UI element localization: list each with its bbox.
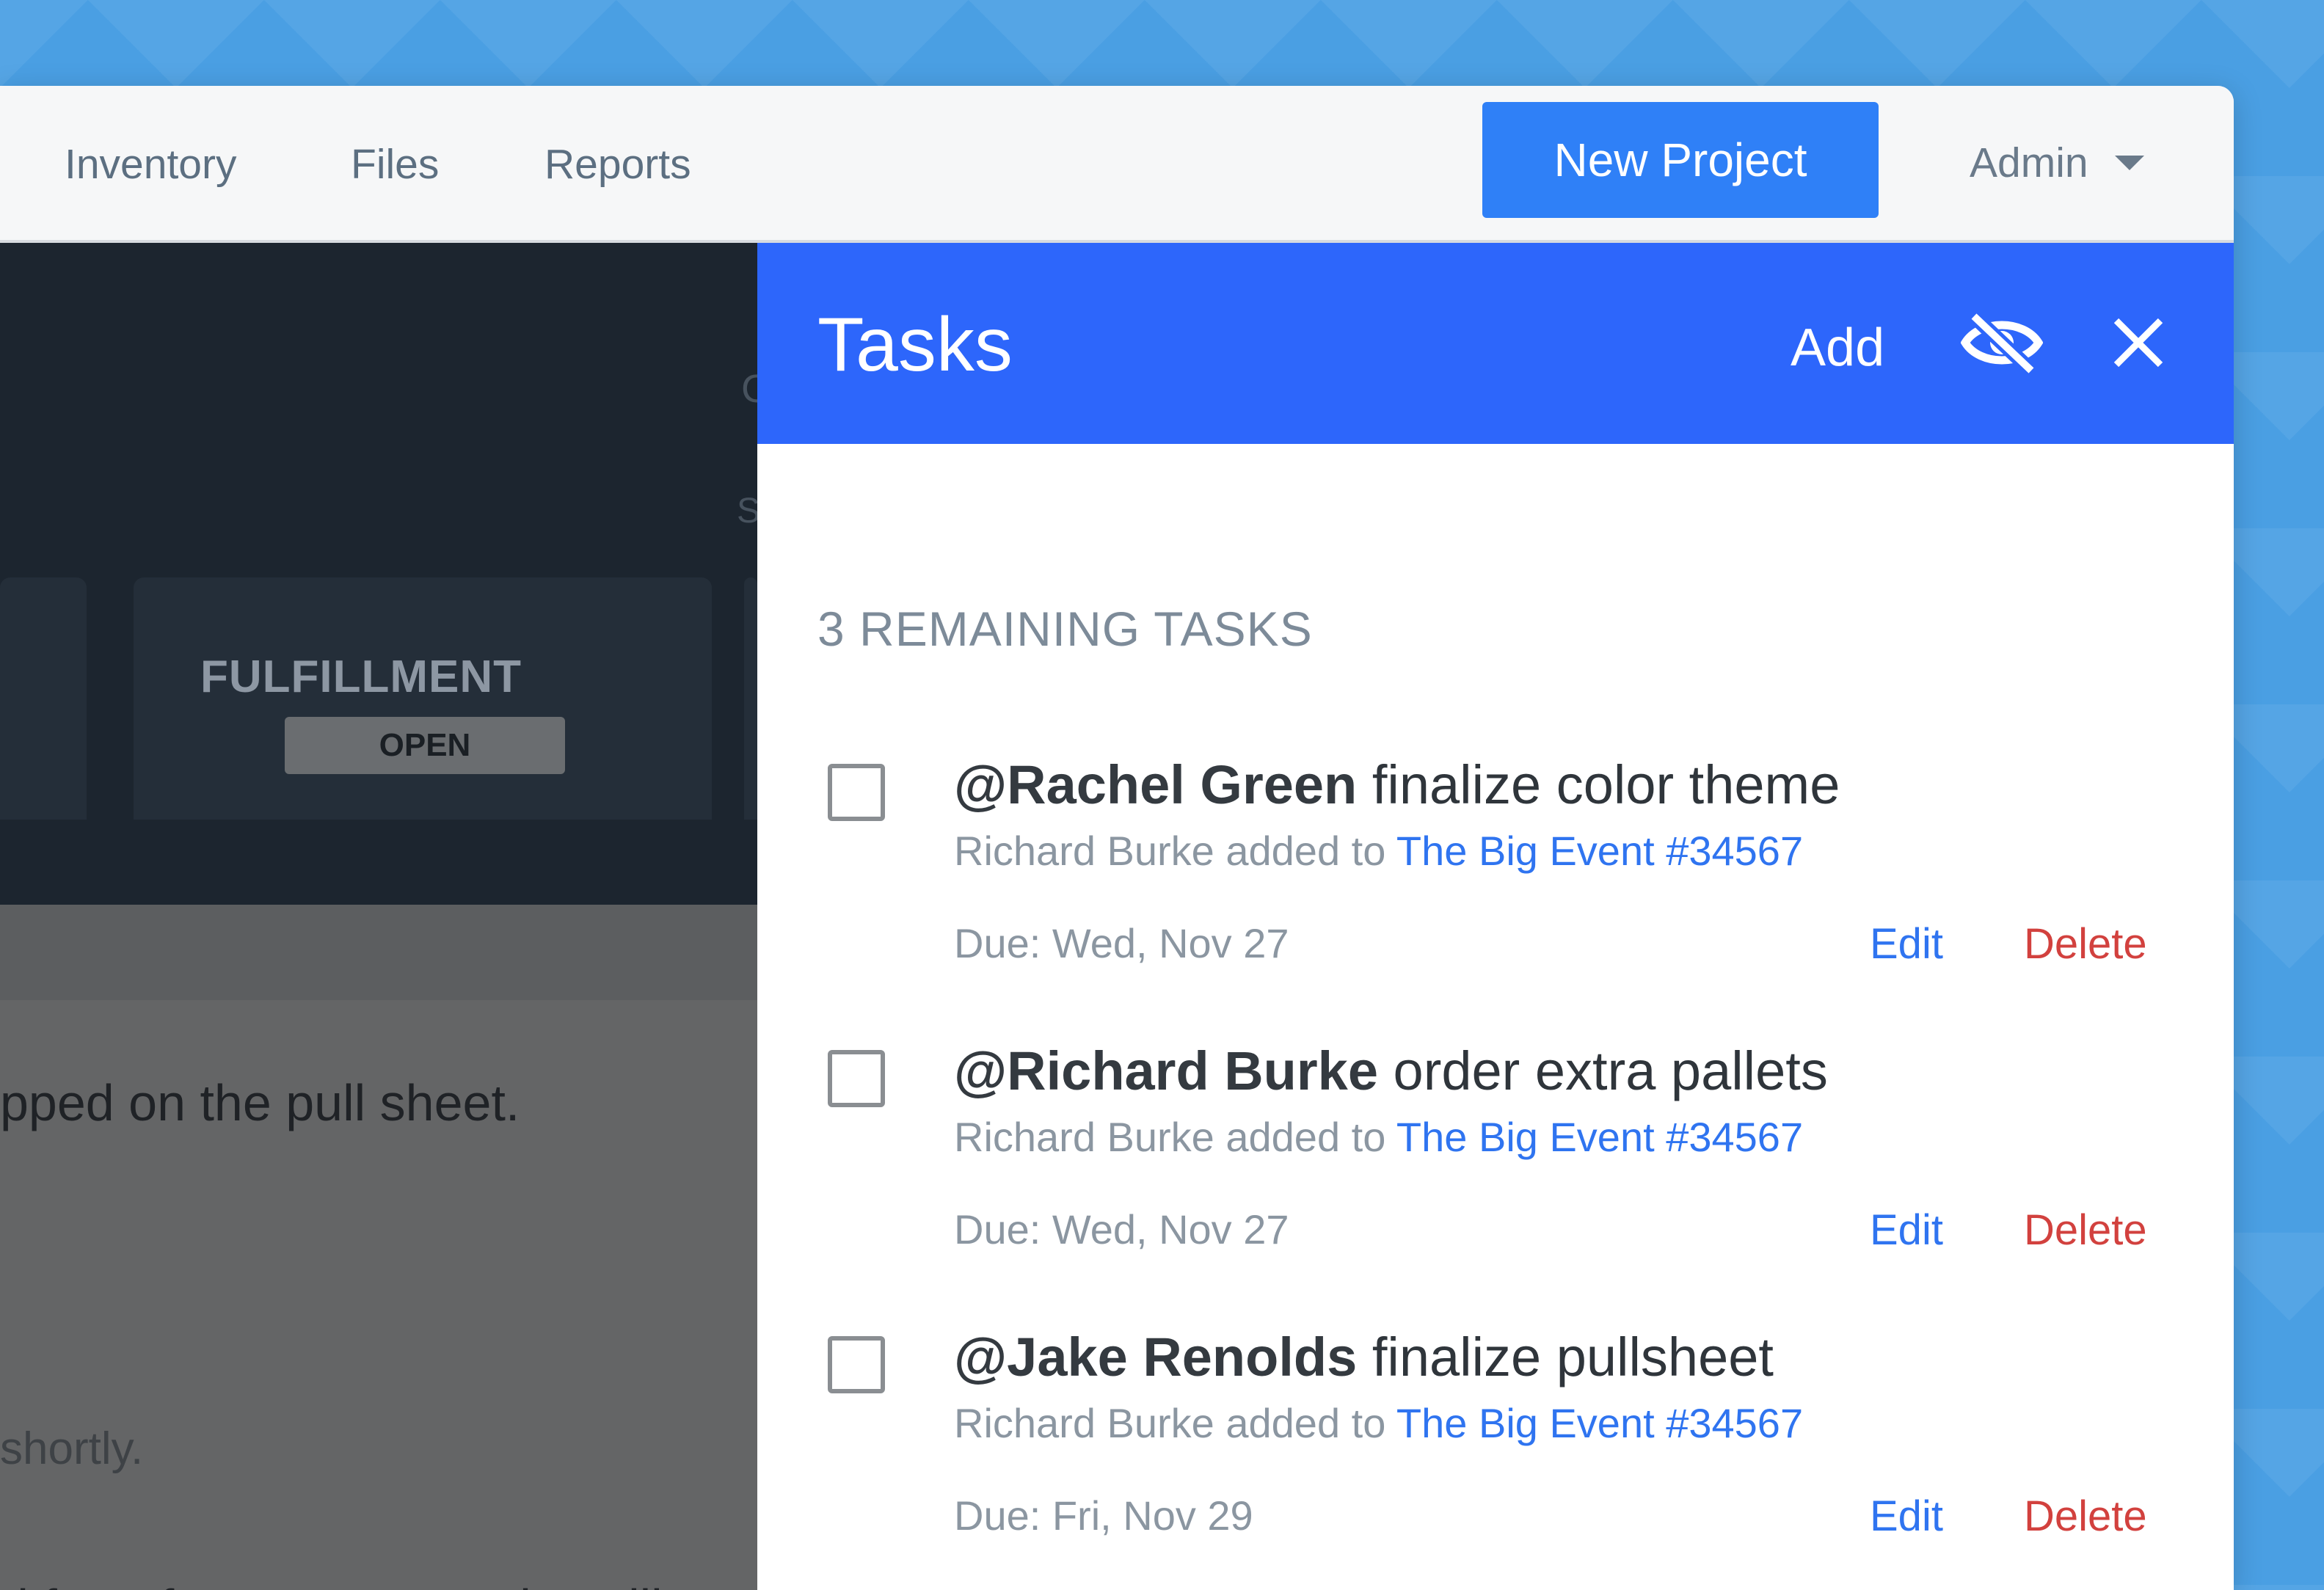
task-meta: Richard Burke added to The Big Event #34… <box>954 1399 1803 1447</box>
task-assignee: @Richard Burke <box>954 1040 1378 1101</box>
task-title: @Rachel Green finalize color theme <box>954 754 1840 816</box>
task-checkbox[interactable] <box>828 1336 885 1393</box>
top-nav-bar: Inventory Files Reports New Project Admi… <box>0 86 2234 243</box>
task-title: @Richard Burke order extra pallets <box>954 1040 1828 1102</box>
stage-title: FULFILLMENT <box>200 652 522 702</box>
nav-item-reports[interactable]: Reports <box>544 140 691 189</box>
task-edit-link[interactable]: Edit <box>1870 1492 1943 1541</box>
task-title: @Jake Renolds finalize pullsheet <box>954 1326 1774 1388</box>
task-meta-prefix: Richard Burke added to <box>954 828 1396 874</box>
stage-card <box>0 577 87 820</box>
task-edit-link[interactable]: Edit <box>1870 919 1943 969</box>
task-project-link[interactable]: The Big Event #34567 <box>1396 1114 1803 1160</box>
task-delete-link[interactable]: Delete <box>2024 919 2147 969</box>
tasks-panel-title: Tasks <box>817 302 1013 387</box>
task-delete-link[interactable]: Delete <box>2024 1206 2147 1255</box>
task-meta-prefix: Richard Burke added to <box>954 1114 1396 1160</box>
task-assignee: @Rachel Green <box>954 754 1358 815</box>
new-project-button[interactable]: New Project <box>1482 102 1879 218</box>
task-item: @Jake Renolds finalize pullsheet Richard… <box>757 1327 2234 1556</box>
background-text: d for a future auto-pay installi <box>0 1578 663 1590</box>
task-due-date: Due: Wed, Nov 27 <box>954 1206 1289 1252</box>
admin-label: Admin <box>1970 139 2088 186</box>
task-meta: Richard Burke added to The Big Event #34… <box>954 827 1803 875</box>
task-due-date: Due: Fri, Nov 29 <box>954 1492 1253 1539</box>
task-item: @Rachel Green finalize color theme Richa… <box>757 754 2234 984</box>
task-checkbox[interactable] <box>828 1050 885 1107</box>
app-window: Inventory Files Reports New Project Admi… <box>0 86 2234 1590</box>
task-meta-prefix: Richard Burke added to <box>954 1400 1396 1446</box>
admin-menu[interactable]: Admin <box>1970 139 2144 187</box>
tasks-panel: Tasks Add 3 REMAINING TASKS @Rachel Gree… <box>757 243 2234 1590</box>
task-action: finalize pullsheet <box>1357 1327 1774 1387</box>
remaining-tasks-count: 3 REMAINING TASKS <box>817 602 1313 656</box>
add-task-button[interactable]: Add <box>1791 318 1884 378</box>
task-action: finalize color theme <box>1357 754 1840 815</box>
close-icon[interactable] <box>2112 316 2165 369</box>
stage-card <box>744 577 757 820</box>
task-project-link[interactable]: The Big Event #34567 <box>1396 1400 1803 1446</box>
task-due-date: Due: Wed, Nov 27 <box>954 920 1289 966</box>
task-assignee: @Jake Renolds <box>954 1327 1358 1387</box>
nav-item-files[interactable]: Files <box>351 140 439 189</box>
task-delete-link[interactable]: Delete <box>2024 1492 2147 1541</box>
background-text: pped on the pull sheet. <box>0 1074 520 1131</box>
nav-item-inventory[interactable]: Inventory <box>65 140 236 189</box>
task-edit-link[interactable]: Edit <box>1870 1206 1943 1255</box>
task-checkbox[interactable] <box>828 764 885 821</box>
task-meta: Richard Burke added to The Big Event #34… <box>954 1113 1803 1161</box>
background-text: shortly. <box>0 1423 144 1474</box>
status-badge: OPEN <box>285 717 565 774</box>
task-project-link[interactable]: The Big Event #34567 <box>1396 828 1803 874</box>
dimmed-band <box>0 905 757 1000</box>
task-item: @Richard Burke order extra pallets Richa… <box>757 1040 2234 1270</box>
caret-down-icon <box>2114 156 2144 170</box>
dimmed-body: pped on the pull sheet. shortly. d for a… <box>0 1000 757 1590</box>
task-action: order extra pallets <box>1377 1040 1828 1101</box>
eye-slash-icon[interactable] <box>1961 310 2043 375</box>
tasks-panel-header: Tasks Add <box>757 243 2234 444</box>
